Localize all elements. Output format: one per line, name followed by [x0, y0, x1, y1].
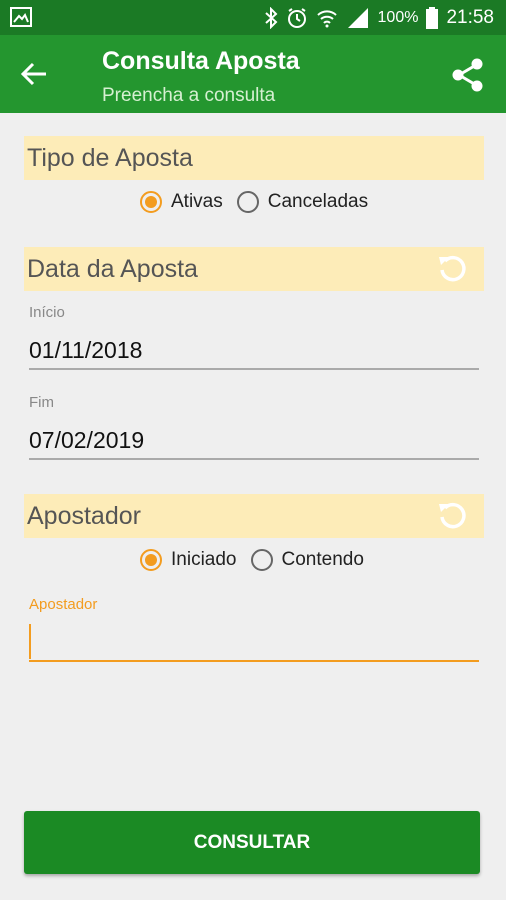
inicio-label: Início: [29, 304, 65, 321]
fim-label: Fim: [29, 394, 54, 411]
radio-contendo-label[interactable]: Contendo: [282, 549, 364, 571]
apostador-radio-group: Iniciado Contendo: [140, 549, 378, 571]
alarm-icon: [287, 8, 306, 28]
bluetooth-icon: [264, 7, 277, 29]
fim-field[interactable]: 07/02/2019: [29, 427, 144, 454]
consultar-button[interactable]: CONSULTAR: [24, 811, 480, 874]
share-icon[interactable]: [450, 57, 486, 93]
section-title: Data da Aposta: [27, 255, 198, 283]
status-bar: 100% 21:58: [0, 0, 506, 35]
reset-icon[interactable]: [436, 252, 470, 286]
signal-icon: [347, 8, 368, 28]
reset-icon[interactable]: [436, 499, 470, 533]
radio-iniciado[interactable]: [140, 549, 162, 571]
section-title: Apostador: [27, 502, 141, 530]
tipo-aposta-radio-group: Ativas Canceladas: [140, 191, 382, 213]
page-title: Consulta Aposta: [102, 47, 300, 75]
apostador-underline: [29, 660, 479, 662]
radio-ativas[interactable]: [140, 191, 162, 213]
battery-icon: [426, 7, 439, 29]
apostador-label: Apostador: [29, 596, 98, 613]
radio-iniciado-label[interactable]: Iniciado: [171, 549, 237, 571]
inicio-underline: [29, 368, 479, 370]
gallery-icon: [10, 7, 32, 27]
section-title: Tipo de Aposta: [27, 144, 193, 172]
text-cursor: [29, 624, 31, 659]
section-data-aposta: Data da Aposta: [24, 247, 484, 291]
page-subtitle: Preencha a consulta: [102, 85, 276, 106]
inicio-field[interactable]: 01/11/2018: [29, 337, 142, 364]
section-apostador: Apostador: [24, 494, 484, 538]
back-arrow-icon[interactable]: [20, 60, 48, 88]
radio-contendo[interactable]: [250, 549, 273, 571]
app-bar: Consulta Aposta Preencha a consulta: [0, 35, 506, 113]
wifi-icon: [316, 10, 337, 28]
radio-canceladas[interactable]: [236, 191, 259, 213]
section-tipo-aposta: Tipo de Aposta: [24, 136, 484, 180]
clock: 21:58: [446, 7, 494, 28]
radio-canceladas-label[interactable]: Canceladas: [268, 191, 368, 213]
status-icons: 100% 21:58: [264, 6, 494, 30]
battery-percent: 100%: [377, 9, 419, 26]
fim-underline: [29, 458, 479, 460]
radio-ativas-label[interactable]: Ativas: [171, 191, 223, 213]
